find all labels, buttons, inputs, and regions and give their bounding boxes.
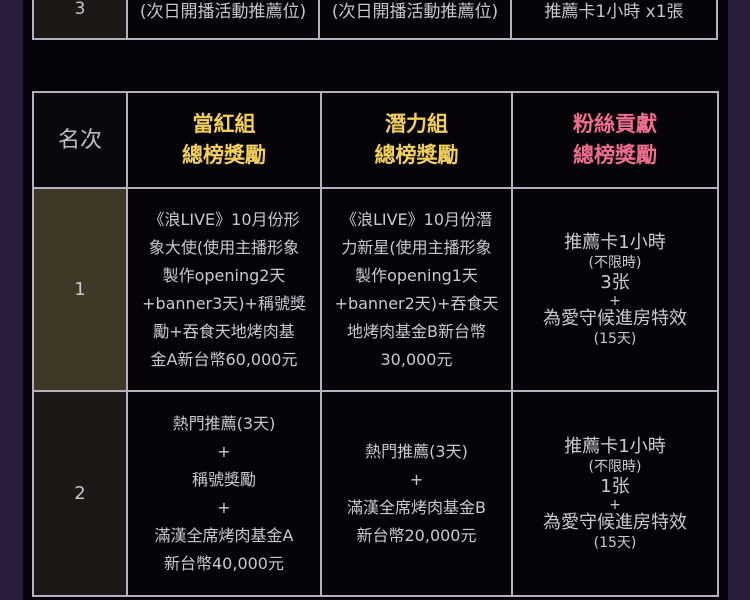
hot-group-header-line2: 總榜獎勵 bbox=[182, 143, 266, 167]
reward-line: 30,000元 bbox=[380, 349, 453, 369]
reward-line: 新台幣20,000元 bbox=[356, 525, 477, 545]
reward-line: 製作opening1天 bbox=[355, 265, 478, 285]
reward-line: 地烤肉基金B新台幣 bbox=[347, 321, 486, 341]
table-header-row: 名次 當紅組 總榜獎勵 潛力組 總榜獎勵 粉絲貢獻 總榜獎勵 bbox=[32, 91, 719, 189]
recommend-card-label: 推薦卡1小時 bbox=[564, 231, 666, 253]
fan-reward: 推薦卡1小時 (不限時) 3张 + 為愛守候進房特效 (15天) bbox=[511, 187, 719, 392]
reward-line: 象大使(使用主播形象 bbox=[148, 237, 300, 257]
potential-group-reward: 熱門推薦(3天) + 滿漢全席烤肉基金B 新台幣20,000元 bbox=[320, 390, 513, 597]
reward-line: 金A新台幣60,000元 bbox=[150, 349, 298, 369]
entry-effect-label: 為愛守候進房特效 bbox=[543, 307, 687, 329]
hot-group-reward: (次日開播活動推薦位) bbox=[126, 0, 320, 40]
rank-header: 名次 bbox=[32, 91, 128, 189]
previous-reward-table: 3 (次日開播活動推薦位) (次日開播活動推薦位) 推薦卡1小時 x1張 bbox=[32, 0, 718, 40]
fan-reward: 推薦卡1小時 (不限時) 1张 + 為愛守候進房特效 (15天) bbox=[511, 390, 719, 597]
unlimited-label: (不限時) bbox=[588, 254, 642, 271]
potential-group-header-line1: 潛力組 bbox=[385, 112, 448, 136]
table-row: 3 (次日開播活動推薦位) (次日開播活動推薦位) 推薦卡1小時 x1張 bbox=[32, 0, 718, 40]
entry-effect-label: 為愛守候進房特效 bbox=[543, 511, 687, 533]
card-count: 1张 bbox=[600, 475, 630, 497]
potential-group-reward: 《浪LIVE》10月份潛 力新星(使用主播形象 製作opening1天 +ban… bbox=[320, 187, 513, 392]
plus-sign: + bbox=[609, 292, 621, 309]
reward-line: 稱號獎勵 bbox=[191, 469, 256, 489]
reward-line: 《浪LIVE》10月份潛 bbox=[340, 209, 493, 229]
fan-contribution-header-line1: 粉絲貢獻 bbox=[573, 112, 657, 136]
rank-cell: 2 bbox=[32, 390, 128, 597]
table-row: 2 熱門推薦(3天) + 稱號獎勵 + 滿漢全席烤肉基金A 新台幣40,000元… bbox=[32, 390, 719, 597]
effect-duration: (15天) bbox=[593, 534, 637, 551]
table-row: 1 《浪LIVE》10月份形 象大使(使用主播形象 製作opening2天 +b… bbox=[32, 187, 719, 392]
reward-line: 滿漢全席烤肉基金B bbox=[347, 497, 486, 517]
reward-line: + bbox=[217, 497, 231, 517]
reward-line: 力新星(使用主播形象 bbox=[341, 237, 492, 257]
card-count: 3张 bbox=[600, 271, 630, 293]
rank-cell: 1 bbox=[32, 187, 128, 392]
fan-reward: 推薦卡1小時 x1張 bbox=[510, 0, 718, 40]
fan-contribution-header-line2: 總榜獎勵 bbox=[573, 143, 657, 167]
total-ranking-reward-table: 名次 當紅組 總榜獎勵 潛力組 總榜獎勵 粉絲貢獻 總榜獎勵 1 《浪LIVE》… bbox=[32, 91, 719, 597]
plus-sign: + bbox=[609, 496, 621, 513]
left-margin bbox=[0, 0, 23, 600]
hot-group-header: 當紅組 總榜獎勵 bbox=[126, 91, 322, 189]
reward-line: 滿漢全席烤肉基金A bbox=[154, 525, 294, 545]
potential-group-reward: (次日開播活動推薦位) bbox=[318, 0, 512, 40]
fan-contribution-header: 粉絲貢獻 總榜獎勵 bbox=[511, 91, 719, 189]
reward-line: + bbox=[409, 469, 424, 489]
reward-line: 熱門推薦(3天) bbox=[365, 441, 468, 461]
hot-group-reward: 熱門推薦(3天) + 稱號獎勵 + 滿漢全席烤肉基金A 新台幣40,000元 bbox=[126, 390, 322, 597]
reward-line: 製作opening2天 bbox=[162, 265, 286, 285]
reward-line: +banner2天)+吞食天 bbox=[334, 293, 499, 313]
hot-group-reward: 《浪LIVE》10月份形 象大使(使用主播形象 製作opening2天 +ban… bbox=[126, 187, 322, 392]
hot-group-header-line1: 當紅組 bbox=[192, 112, 256, 136]
reward-line: 勵+吞食天地烤肉基 bbox=[153, 321, 295, 341]
recommend-card-label: 推薦卡1小時 bbox=[564, 435, 666, 457]
potential-group-header: 潛力組 總榜獎勵 bbox=[320, 91, 513, 189]
reward-line: +banner3天)+稱號獎 bbox=[142, 293, 306, 313]
effect-duration: (15天) bbox=[593, 330, 637, 347]
reward-line: + bbox=[217, 441, 231, 461]
unlimited-label: (不限時) bbox=[588, 458, 642, 475]
reward-line: 《浪LIVE》10月份形 bbox=[148, 209, 300, 229]
reward-line: 熱門推薦(3天) bbox=[172, 413, 276, 433]
reward-line: 新台幣40,000元 bbox=[164, 553, 284, 573]
right-margin bbox=[728, 0, 750, 600]
potential-group-header-line2: 總榜獎勵 bbox=[374, 143, 459, 167]
rank-cell: 3 bbox=[32, 0, 128, 40]
